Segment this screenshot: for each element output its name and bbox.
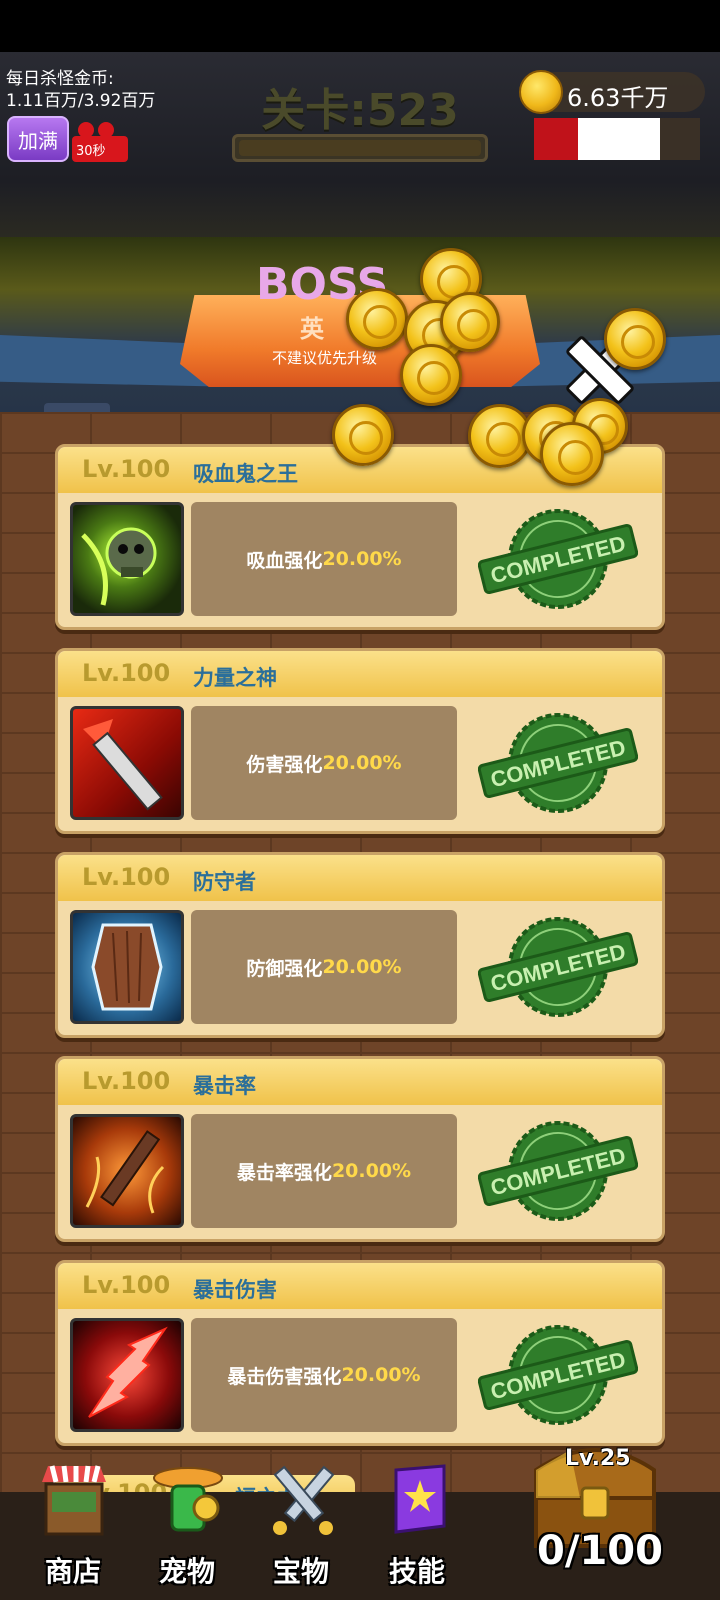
- skill-desc-percent: 20.00%: [331, 1160, 412, 1182]
- nav-pets[interactable]: 宠物: [132, 1462, 242, 1600]
- gold-coin-icon: [346, 288, 408, 350]
- pet-icon: [153, 1467, 223, 1532]
- redacted-block: [578, 118, 660, 160]
- completed-stamp: COMPLETED: [478, 917, 638, 1017]
- skill-card-header: Lv.100 防守者: [58, 855, 662, 901]
- critical-slash-icon: [70, 1318, 184, 1432]
- skill-name: 暴击率: [193, 1074, 256, 1098]
- skill-desc-percent: 20.00%: [322, 752, 402, 774]
- skill-desc-percent: 20.00%: [341, 1364, 421, 1386]
- fill-up-button[interactable]: 加满: [7, 116, 69, 162]
- skill-description: 伤害强化 20.00%: [191, 706, 457, 820]
- skill-list[interactable]: Lv.100 吸血鬼之王 吸血强化 20.00% COMPLETED Lv.100…: [0, 412, 720, 1492]
- skill-desc-percent: 20.00%: [322, 956, 402, 978]
- skill-card: Lv.100 防守者 防御强化 20.00% COMPLETED: [55, 852, 665, 1038]
- top-hud: 每日杀怪金币: 1.11百万/3.92百万 加满 30秒 关卡:523 6.63…: [0, 52, 720, 237]
- skill-desc-text: 伤害强化: [246, 753, 323, 776]
- skill-level: Lv.100: [82, 863, 171, 891]
- completed-stamp: COMPLETED: [478, 713, 638, 813]
- stage-progress-bar: [232, 134, 488, 162]
- nav-treasure-label: 宝物: [272, 1555, 329, 1588]
- gold-coin-icon: [400, 344, 462, 406]
- nav-skills[interactable]: 技能: [362, 1462, 472, 1600]
- gold-coin-icon: [332, 404, 394, 466]
- skill-card: Lv.100 暴击伤害 暴击伤害强化 20.00% COMPLETED: [55, 1260, 665, 1446]
- flaming-sword-icon: [70, 1114, 184, 1228]
- skill-name: 防守者: [193, 870, 256, 894]
- skill-desc-text: 暴击率强化: [236, 1161, 332, 1184]
- gold-coin-icon: [440, 292, 500, 352]
- completed-stamp: COMPLETED: [478, 509, 638, 609]
- skill-level: Lv.100: [82, 455, 171, 483]
- skill-level: Lv.100: [82, 1271, 171, 1299]
- skill-desc-percent: 20.00%: [322, 548, 402, 570]
- skill-card-header: Lv.100 暴击率: [58, 1059, 662, 1105]
- skill-description: 暴击伤害强化 20.00%: [191, 1318, 457, 1432]
- skill-desc-text: 防御强化: [246, 957, 323, 980]
- gold-coin-icon: [519, 70, 563, 114]
- shield-icon: [70, 910, 184, 1024]
- crossed-swords-icon: [273, 1465, 335, 1535]
- gold-coin-icon: [604, 308, 666, 370]
- vampire-skull-icon: [70, 502, 184, 616]
- skill-desc-text: 吸血强化: [246, 549, 323, 572]
- nav-pets-label: 宠物: [158, 1555, 215, 1588]
- nav-shop[interactable]: 商店: [18, 1462, 128, 1600]
- redacted-block: [534, 118, 578, 160]
- gold-counter: 6.63千万: [519, 70, 705, 114]
- skill-card: Lv.100 力量之神 伤害强化 20.00% COMPLETED: [55, 648, 665, 834]
- gold-amount: 6.63千万: [567, 84, 669, 112]
- skill-description: 吸血强化 20.00%: [191, 502, 457, 616]
- skill-card-header: Lv.100 力量之神: [58, 651, 662, 697]
- shop-stall-icon: [42, 1465, 106, 1536]
- nav-skills-label: 技能: [388, 1555, 445, 1588]
- nav-shop-label: 商店: [44, 1555, 101, 1588]
- skill-level: Lv.100: [82, 659, 171, 687]
- stage-title: 关卡:523: [261, 85, 459, 136]
- skill-name: 吸血鬼之王: [193, 462, 298, 486]
- nav-treasure[interactable]: 宝物: [246, 1462, 356, 1600]
- watch-video-button[interactable]: 30秒: [72, 122, 130, 162]
- boss-note: 不建议优先升级: [272, 349, 378, 367]
- daily-kill-gold-label: 每日杀怪金币:: [6, 69, 114, 89]
- skill-card-header: Lv.100 暴击伤害: [58, 1263, 662, 1309]
- skill-desc-text: 暴击伤害强化: [227, 1365, 342, 1388]
- skill-book-icon: [394, 1464, 446, 1534]
- daily-kill-gold: 每日杀怪金币: 1.11百万/3.92百万: [6, 68, 155, 112]
- skill-description: 防御强化 20.00%: [191, 910, 457, 1024]
- chest-level: Lv.25: [565, 1446, 631, 1471]
- video-timer: 30秒: [76, 144, 106, 159]
- chest-count: 0/100: [537, 1528, 663, 1574]
- boss-subtitle: 英: [300, 315, 324, 343]
- daily-kill-gold-value: 1.11百万/3.92百万: [6, 91, 156, 111]
- sword-power-icon: [70, 706, 184, 820]
- skill-level: Lv.100: [82, 1067, 171, 1095]
- status-bar: [0, 0, 720, 52]
- skill-card: Lv.100 暴击率 暴击率强化 20.00% COMPLETED: [55, 1056, 665, 1242]
- skill-name: 暴击伤害: [193, 1278, 277, 1302]
- skill-description: 暴击率强化 20.00%: [191, 1114, 457, 1228]
- gold-coin-icon: [540, 422, 604, 486]
- completed-stamp: COMPLETED: [478, 1325, 638, 1425]
- redacted-block: [660, 118, 700, 160]
- skill-name: 力量之神: [193, 666, 277, 690]
- completed-stamp: COMPLETED: [478, 1121, 638, 1221]
